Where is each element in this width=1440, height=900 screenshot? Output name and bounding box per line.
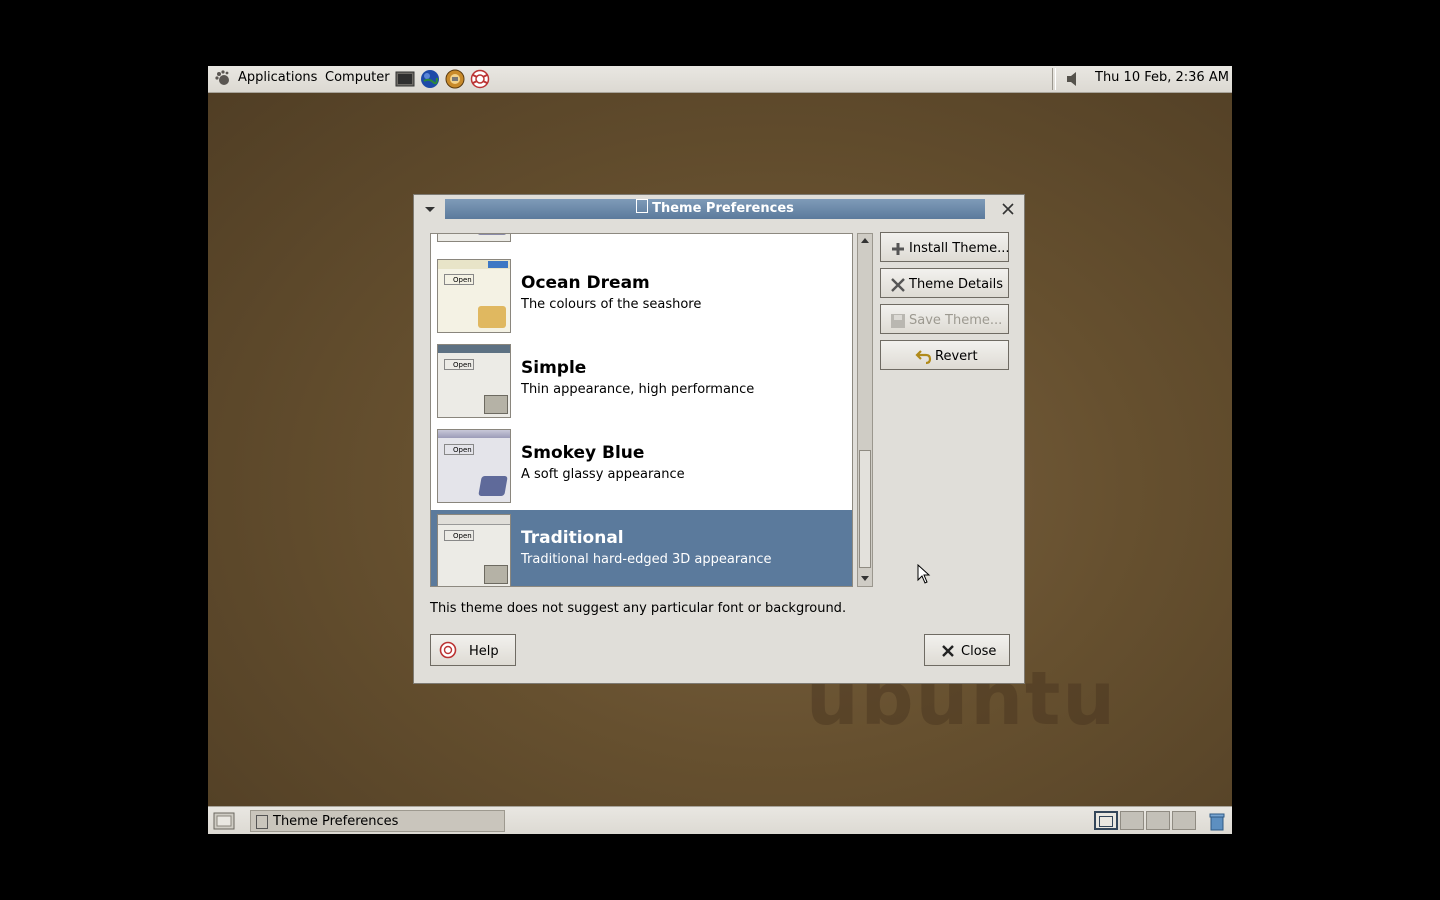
theme-details-label: Theme Details bbox=[909, 277, 1004, 292]
workspace-4[interactable] bbox=[1172, 811, 1196, 830]
folder-icon bbox=[478, 476, 508, 496]
install-theme-label: Install Theme... bbox=[909, 241, 1010, 256]
save-theme-label: Save Theme... bbox=[909, 313, 1003, 328]
theme-thumbnail: Open bbox=[437, 344, 511, 418]
theme-note: This theme does not suggest any particul… bbox=[430, 601, 847, 616]
theme-preferences-dialog: Theme Preferences Open Ocean Dream The c… bbox=[413, 194, 1025, 684]
theme-thumbnail: Open bbox=[437, 514, 511, 586]
theme-name: Traditional bbox=[521, 528, 624, 548]
bottom-panel: Theme Preferences bbox=[208, 806, 1232, 834]
folder-icon bbox=[484, 565, 508, 584]
theme-description: Traditional hard-edged 3D appearance bbox=[521, 552, 772, 567]
taskbar-label: Theme Preferences bbox=[273, 814, 399, 829]
volume-icon[interactable] bbox=[1064, 69, 1084, 89]
terminal-launcher-icon[interactable] bbox=[395, 69, 415, 89]
theme-row-traditional[interactable]: Open Traditional Traditional hard-edged … bbox=[431, 510, 852, 586]
dialog-titlebar[interactable]: Theme Preferences bbox=[445, 199, 985, 219]
theme-row-partial[interactable] bbox=[431, 234, 852, 249]
workspace-3[interactable] bbox=[1146, 811, 1170, 830]
computer-menu[interactable]: Computer bbox=[325, 70, 390, 85]
show-desktop-icon[interactable] bbox=[213, 812, 235, 830]
window-menu-arrow-icon[interactable] bbox=[422, 200, 438, 218]
theme-name: Ocean Dream bbox=[521, 273, 650, 293]
theme-row-ocean-dream[interactable]: Open Ocean Dream The colours of the seas… bbox=[431, 255, 852, 340]
thumbnail-open-button: Open bbox=[444, 530, 474, 541]
theme-name: Smokey Blue bbox=[521, 443, 645, 463]
trash-icon[interactable] bbox=[1207, 811, 1227, 831]
folder-icon bbox=[478, 306, 506, 328]
install-theme-button[interactable]: Install Theme... bbox=[880, 232, 1010, 262]
revert-label: Revert bbox=[935, 349, 978, 364]
theme-thumbnail: Open bbox=[437, 429, 511, 503]
panel-separator bbox=[1052, 68, 1056, 90]
mouse-pointer-icon bbox=[917, 564, 931, 584]
theme-thumbnail bbox=[437, 234, 511, 242]
email-launcher-icon[interactable] bbox=[445, 69, 465, 89]
workspace-2[interactable] bbox=[1120, 811, 1144, 830]
theme-description: Thin appearance, high performance bbox=[521, 382, 755, 397]
help-label: Help bbox=[469, 644, 499, 659]
theme-description: A soft glassy appearance bbox=[521, 467, 685, 482]
scroll-up-arrow-icon[interactable] bbox=[859, 235, 871, 247]
thumbnail-open-button: Open bbox=[444, 274, 474, 285]
tools-icon bbox=[891, 278, 905, 292]
close-x-icon bbox=[942, 645, 954, 657]
dialog-title: Theme Preferences bbox=[652, 201, 794, 216]
thumbnail-open-button: Open bbox=[444, 444, 474, 455]
workspace-1[interactable] bbox=[1094, 811, 1118, 830]
taskbar-theme-preferences[interactable]: Theme Preferences bbox=[250, 810, 505, 832]
theme-list-scrollbar[interactable] bbox=[857, 233, 873, 587]
window-close-icon[interactable] bbox=[998, 199, 1018, 219]
theme-name: Simple bbox=[521, 358, 587, 378]
applications-menu[interactable]: Applications bbox=[238, 70, 317, 85]
revert-arrow-icon bbox=[915, 350, 932, 365]
theme-list[interactable]: Open Ocean Dream The colours of the seas… bbox=[430, 233, 853, 587]
folder-icon bbox=[484, 395, 508, 414]
desktop-screen: ubuntu Applications Computer Thu 10 Feb,… bbox=[208, 66, 1232, 834]
top-panel: Applications Computer Thu 10 Feb, 2:36 A… bbox=[208, 66, 1232, 93]
scrollbar-thumb[interactable] bbox=[859, 450, 871, 568]
clock[interactable]: Thu 10 Feb, 2:36 AM bbox=[1095, 70, 1229, 85]
floppy-disk-icon bbox=[891, 314, 905, 328]
help-lifebuoy-icon bbox=[439, 641, 457, 659]
plus-icon bbox=[892, 243, 904, 255]
theme-row-smokey-blue[interactable]: Open Smokey Blue A soft glassy appearanc… bbox=[431, 425, 852, 510]
scroll-down-arrow-icon[interactable] bbox=[859, 572, 871, 584]
theme-thumbnail: Open bbox=[437, 259, 511, 333]
help-button[interactable]: Help bbox=[430, 634, 516, 666]
gnome-foot-icon[interactable] bbox=[213, 69, 233, 89]
theme-description: The colours of the seashore bbox=[521, 297, 702, 312]
close-button[interactable]: Close bbox=[924, 634, 1010, 666]
theme-app-icon bbox=[636, 199, 649, 213]
theme-app-icon bbox=[256, 815, 268, 829]
revert-button[interactable]: Revert bbox=[880, 340, 1009, 370]
close-label: Close bbox=[961, 644, 997, 659]
save-theme-button[interactable]: Save Theme... bbox=[880, 304, 1009, 334]
web-browser-launcher-icon[interactable] bbox=[420, 69, 440, 89]
theme-row-simple[interactable]: Open Simple Thin appearance, high perfor… bbox=[431, 340, 852, 425]
thumbnail-open-button: Open bbox=[444, 359, 474, 370]
help-launcher-icon[interactable] bbox=[470, 69, 490, 89]
theme-details-button[interactable]: Theme Details bbox=[880, 268, 1009, 298]
